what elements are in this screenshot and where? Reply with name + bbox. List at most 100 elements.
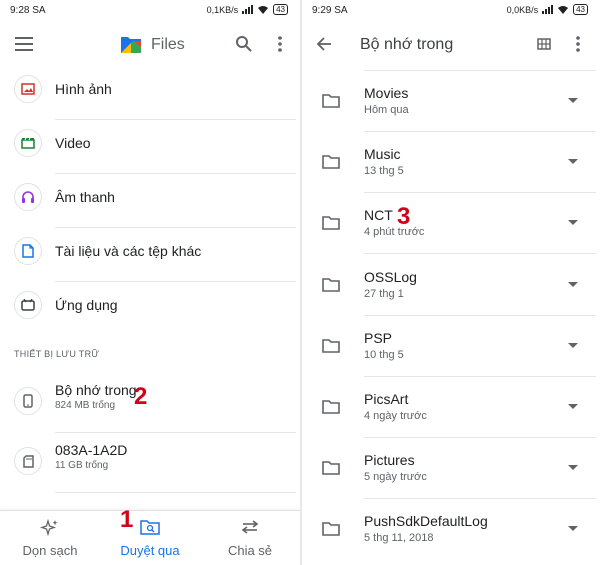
apps-icon xyxy=(14,291,42,319)
wifi-icon xyxy=(258,5,269,14)
storage-free-space: 11 GB trống xyxy=(55,460,109,471)
folder-icon xyxy=(322,338,340,353)
storage-name: 083A-1A2D xyxy=(55,442,128,458)
internal-storage-screen: 9:29 SA 0,0KB/s 43 Bộ nhớ trong Movies Hô… xyxy=(302,0,600,565)
folder-name: OSSLog xyxy=(364,268,417,285)
folder-row[interactable]: Music 13 thg 5 xyxy=(302,132,600,194)
chevron-down-icon[interactable] xyxy=(568,281,578,287)
nav-label: Dọn sạch xyxy=(22,543,78,558)
status-bar: 9:28 SA 0,1KB/s 43 xyxy=(0,0,300,20)
chevron-down-icon[interactable] xyxy=(568,220,578,226)
screen-title: Bộ nhớ trong xyxy=(360,36,454,53)
step-number-3: 3 xyxy=(397,203,411,230)
folder-row[interactable]: Pictures 5 ngày trước xyxy=(302,438,600,500)
storage-sd-card[interactable]: 083A-1A2D 11 GB trống xyxy=(0,433,300,493)
folder-icon xyxy=(322,277,340,292)
browse-folder-icon xyxy=(100,519,200,535)
storage-internal[interactable]: Bộ nhớ trong 824 MB trống xyxy=(0,373,300,433)
files-home-screen: 9:28 SA 0,1KB/s 43 Files Hình ảnh Video … xyxy=(0,0,300,565)
chevron-down-icon[interactable] xyxy=(568,465,578,471)
category-label: Tài liệu và các tệp khác xyxy=(55,243,202,259)
battery-icon: 43 xyxy=(573,4,588,15)
more-vert-icon[interactable] xyxy=(268,32,292,56)
storage-section-title: THIẾT BỊ LƯU TRỮ xyxy=(14,349,100,359)
signal-icon xyxy=(542,5,554,14)
sparkle-icon xyxy=(0,519,100,537)
grid-view-icon[interactable] xyxy=(532,32,556,56)
status-icons: 0,1KB/s 43 xyxy=(207,4,288,15)
battery-icon: 43 xyxy=(273,4,288,15)
status-time: 9:29 SA xyxy=(312,5,348,16)
menu-icon[interactable] xyxy=(12,32,36,56)
headphones-icon xyxy=(14,183,42,211)
folder-date: Hôm qua xyxy=(364,104,409,116)
folder-row[interactable]: PSP 10 thg 5 xyxy=(302,316,600,377)
arrow-back-icon[interactable] xyxy=(312,32,336,56)
folder-row[interactable]: PicsArt 4 ngày trước xyxy=(302,377,600,438)
image-icon xyxy=(14,75,42,103)
wifi-icon xyxy=(558,5,569,14)
app-bar: Bộ nhớ trong xyxy=(302,20,600,68)
folder-row[interactable]: OSSLog 27 thg 1 xyxy=(302,255,600,316)
category-label: Video xyxy=(55,135,91,151)
folder-row[interactable]: PushSdkDefaultLog 5 thg 11, 2018 xyxy=(302,499,600,560)
folder-icon xyxy=(322,94,340,108)
signal-icon xyxy=(242,5,254,14)
folder-row[interactable]: Movies Hôm qua xyxy=(302,71,600,132)
nav-label: Chia sẻ xyxy=(227,543,273,558)
chevron-down-icon[interactable] xyxy=(568,342,578,348)
category-apps[interactable]: Ứng dụng xyxy=(0,282,300,336)
folder-icon xyxy=(322,216,340,231)
app-bar: Files xyxy=(0,20,300,68)
chevron-down-icon[interactable] xyxy=(568,526,578,532)
swap-arrows-icon xyxy=(200,519,300,535)
folder-name: PicsArt xyxy=(364,391,409,407)
category-video[interactable]: Video xyxy=(0,120,300,174)
chevron-down-icon[interactable] xyxy=(568,159,578,165)
divider xyxy=(55,492,296,493)
files-logo-icon xyxy=(118,32,144,56)
document-icon xyxy=(14,237,42,265)
nav-clean[interactable]: Dọn sạch xyxy=(0,511,100,565)
folder-icon xyxy=(322,522,340,537)
category-images[interactable]: Hình ảnh xyxy=(0,66,300,120)
category-label: Hình ảnh xyxy=(55,81,112,97)
folder-name: PushSdkDefaultLog xyxy=(364,513,488,530)
folder-name: PSP xyxy=(364,329,393,346)
step-number-2: 2 xyxy=(134,383,148,410)
folder-date: 13 thg 5 xyxy=(364,165,404,178)
folder-date: 4 ngày trước xyxy=(364,410,427,422)
sd-card-icon xyxy=(14,447,42,475)
folder-row[interactable]: NCT 4 phút trước xyxy=(302,193,600,255)
storage-free-space: 824 MB trống xyxy=(55,400,116,411)
more-vert-icon[interactable] xyxy=(566,32,590,56)
folder-name: Movies xyxy=(364,85,409,101)
phone-icon xyxy=(14,387,42,415)
folder-date: 5 thg 11, 2018 xyxy=(364,532,434,545)
folder-name: NCT xyxy=(364,207,393,224)
folder-icon xyxy=(322,400,340,414)
network-speed: 0,1KB/s xyxy=(206,4,239,15)
app-title: Files xyxy=(151,36,185,53)
nav-browse[interactable]: Duyệt qua xyxy=(100,511,200,565)
chevron-down-icon[interactable] xyxy=(568,404,578,409)
nav-share[interactable]: Chia sẻ xyxy=(200,511,300,565)
category-label: Âm thanh xyxy=(55,189,115,205)
storage-name: Bộ nhớ trong xyxy=(55,382,137,398)
folder-name: Pictures xyxy=(364,452,415,469)
folder-date: 27 thg 1 xyxy=(364,287,404,300)
category-documents[interactable]: Tài liệu và các tệp khác xyxy=(0,228,300,282)
folder-icon xyxy=(322,461,340,475)
folder-icon xyxy=(322,155,340,169)
status-icons: 0,0KB/s 43 xyxy=(507,4,588,15)
search-icon[interactable] xyxy=(232,32,256,56)
step-number-1: 1 xyxy=(120,506,134,533)
status-bar: 9:29 SA 0,0KB/s 43 xyxy=(302,0,600,20)
folder-date: 10 thg 5 xyxy=(364,348,404,361)
category-audio[interactable]: Âm thanh xyxy=(0,174,300,228)
network-speed: 0,0KB/s xyxy=(506,4,539,15)
bottom-navigation: Dọn sạch Duyệt qua Chia sẻ xyxy=(0,510,300,565)
category-label: Ứng dụng xyxy=(55,297,118,313)
chevron-down-icon[interactable] xyxy=(568,98,578,103)
folder-name: Music xyxy=(364,146,401,163)
